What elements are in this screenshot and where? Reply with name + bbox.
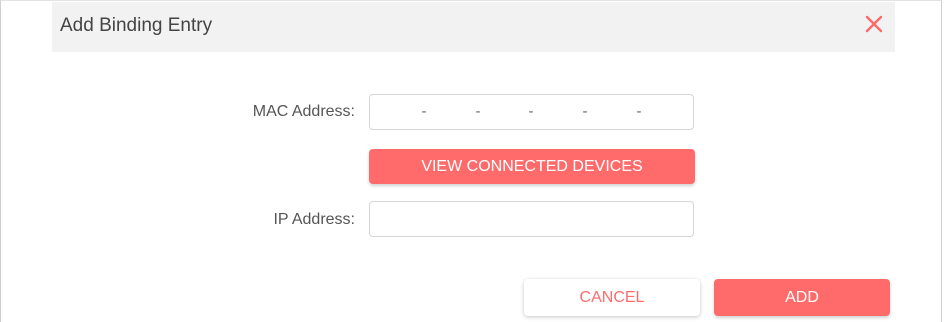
view-connected-devices-button[interactable]: VIEW CONNECTED DEVICES (369, 149, 695, 184)
cancel-button[interactable]: CANCEL (524, 279, 700, 316)
dialog-header: Add Binding Entry (52, 2, 895, 52)
mac-address-input[interactable]: - - - - - (369, 94, 694, 130)
close-icon[interactable] (863, 13, 885, 35)
add-button[interactable]: ADD (714, 279, 890, 316)
mac-separator: - (582, 103, 588, 120)
mac-separator: - (528, 103, 534, 120)
ip-address-input[interactable] (369, 201, 694, 237)
mac-address-label: MAC Address: (252, 103, 355, 120)
ip-address-label: IP Address: (273, 211, 355, 228)
mac-separator: - (636, 103, 642, 120)
mac-separator: - (475, 103, 481, 120)
mac-separator: - (421, 103, 427, 120)
dialog-frame: Add Binding Entry MAC Address: - - - - -… (0, 0, 942, 322)
dialog-title: Add Binding Entry (60, 15, 213, 36)
